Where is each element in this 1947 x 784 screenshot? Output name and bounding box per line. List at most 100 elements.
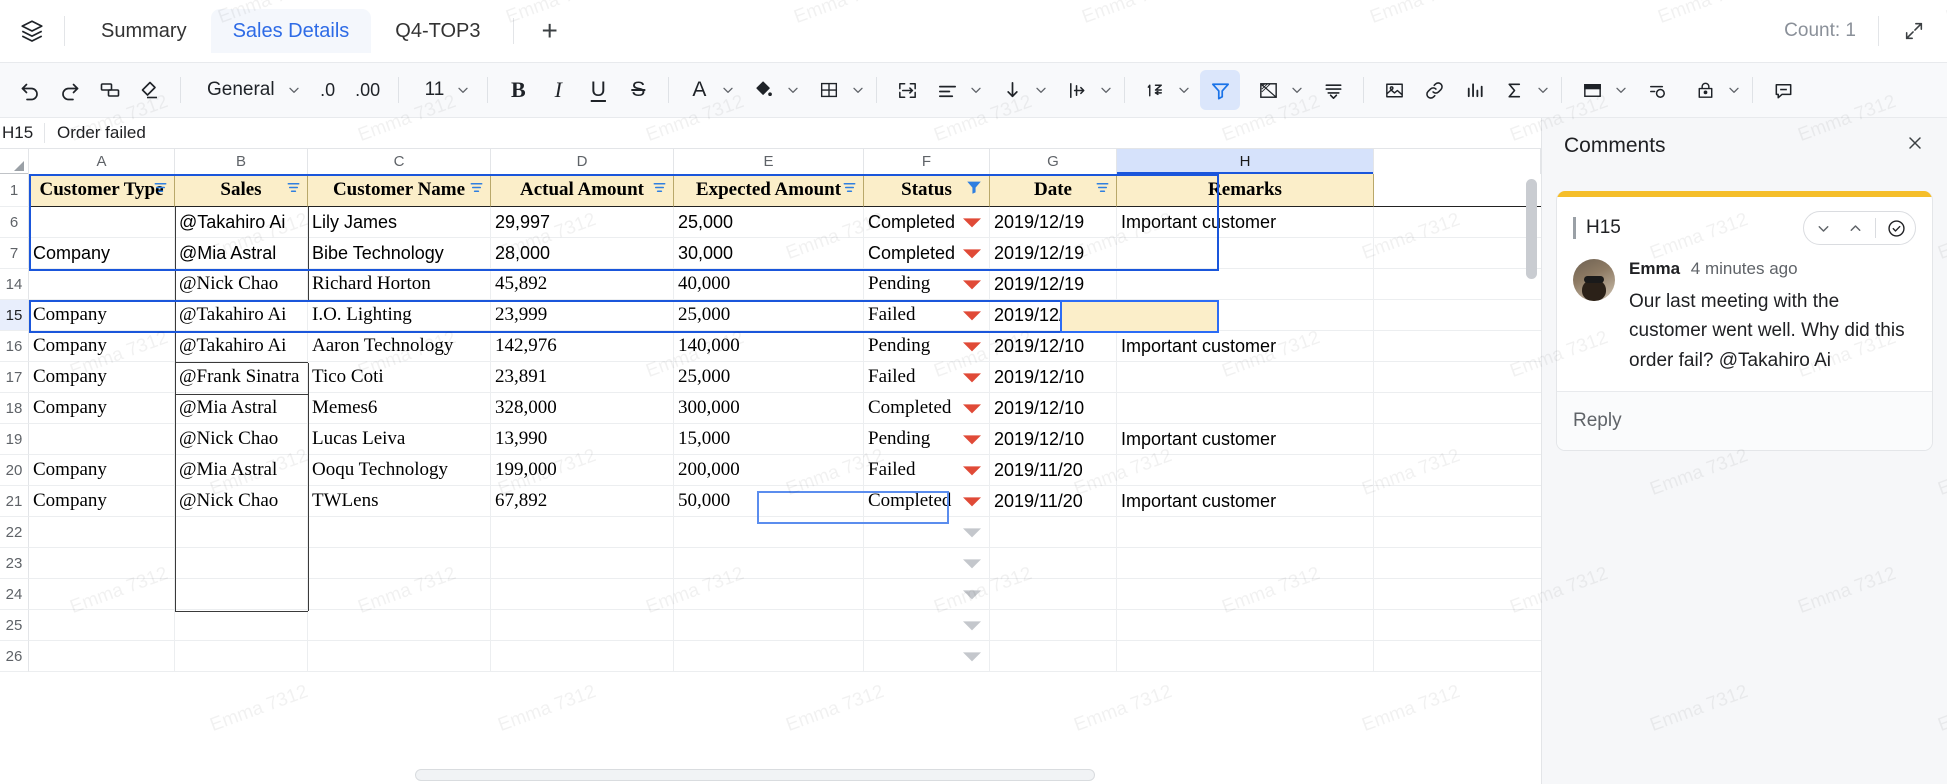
cell-sales-19[interactable]: @Nick Chao: [175, 424, 308, 455]
dropdown-triangle-icon[interactable]: [963, 249, 981, 259]
cell-remarks-23[interactable]: [1117, 548, 1374, 579]
dropdown-triangle-icon[interactable]: [963, 435, 981, 445]
cell-status-21[interactable]: Completed: [864, 486, 990, 517]
table-row[interactable]: 23: [0, 548, 1541, 579]
column-header-b[interactable]: B: [175, 149, 308, 174]
cell-remarks-24[interactable]: [1117, 579, 1374, 610]
dropdown-triangle-icon[interactable]: [963, 559, 981, 569]
cell-date-17[interactable]: 2019/12/10: [990, 362, 1117, 393]
cell-date-6[interactable]: 2019/12/19: [990, 207, 1117, 238]
reply-input[interactable]: Reply: [1557, 391, 1932, 451]
cell-actual-amount-25[interactable]: [491, 610, 674, 641]
row-number-16[interactable]: 16: [0, 331, 29, 362]
dropdown-triangle-icon[interactable]: [963, 404, 981, 414]
cell-status-24[interactable]: [864, 579, 990, 610]
cell-expected-amount-17[interactable]: 25,000: [674, 362, 864, 393]
cell-customer-name-24[interactable]: [308, 579, 491, 610]
cell-customer-name-19[interactable]: Lucas Leiva: [308, 424, 491, 455]
cell-customer-type-25[interactable]: [29, 610, 175, 641]
row-number-25[interactable]: 25: [0, 610, 29, 641]
cell-customer-type-26[interactable]: [29, 641, 175, 672]
format-painter-icon[interactable]: [90, 70, 130, 110]
underline-icon[interactable]: U: [578, 70, 618, 110]
cell-sales-26[interactable]: [175, 641, 308, 672]
autosum-icon[interactable]: [1494, 70, 1534, 110]
table-row[interactable]: 16 Company @Takahiro Ai Aaron Technology 142…: [0, 331, 1541, 362]
cell-status-26[interactable]: [864, 641, 990, 672]
cell-date-24[interactable]: [990, 579, 1117, 610]
cell-expected-amount-22[interactable]: [674, 517, 864, 548]
column-header-a[interactable]: A: [29, 149, 175, 174]
dropdown-triangle-icon[interactable]: [963, 342, 981, 352]
cell-expected-amount-23[interactable]: [674, 548, 864, 579]
column-header-f[interactable]: F: [864, 149, 990, 174]
cell-status-14[interactable]: Pending: [864, 269, 990, 300]
cell-customer-name-17[interactable]: Tico Coti: [308, 362, 491, 393]
comment-icon[interactable]: [1763, 70, 1803, 110]
cell-expected-amount-6[interactable]: 25,000: [674, 207, 864, 238]
cell-actual-amount-19[interactable]: 13,990: [491, 424, 674, 455]
header-cell-expected-amount[interactable]: Expected Amount: [674, 174, 864, 207]
cell-expected-amount-7[interactable]: 30,000: [674, 238, 864, 269]
insert-image-icon[interactable]: [1374, 70, 1414, 110]
cell-customer-type-16[interactable]: Company: [29, 331, 175, 362]
cell-status-6[interactable]: Completed: [864, 207, 990, 238]
cell-customer-type-7[interactable]: Company: [29, 238, 175, 269]
cell-actual-amount-15[interactable]: 23,999: [491, 300, 674, 331]
cell-customer-type-24[interactable]: [29, 579, 175, 610]
column-header-h[interactable]: H: [1117, 149, 1374, 175]
column-header-c[interactable]: C: [308, 149, 491, 174]
cell-date-21[interactable]: 2019/11/20: [990, 486, 1117, 517]
cell-remarks-17[interactable]: [1117, 362, 1374, 393]
row-number-20[interactable]: 20: [0, 455, 29, 486]
cell-remarks-25[interactable]: [1117, 610, 1374, 641]
table-row[interactable]: 17 Company @Frank Sinatra Tico Coti 23,891 25…: [0, 362, 1541, 393]
cell-overflow-19[interactable]: [1374, 424, 1541, 455]
row-number-6[interactable]: 6: [0, 207, 29, 238]
cell-actual-amount-20[interactable]: 199,000: [491, 455, 674, 486]
vertical-align-icon[interactable]: [992, 70, 1032, 110]
table-row[interactable]: 20 Company @Mia Astral Ooqu Technology 199,0…: [0, 455, 1541, 486]
header-cell-actual-amount[interactable]: Actual Amount: [491, 174, 674, 207]
cell-date-19[interactable]: 2019/12/10: [990, 424, 1117, 455]
dropdown-triangle-icon[interactable]: [963, 590, 981, 600]
cell-overflow-16[interactable]: [1374, 331, 1541, 362]
row-number-22[interactable]: 22: [0, 517, 29, 548]
cell-overflow-24[interactable]: [1374, 579, 1541, 610]
cell-sales-21[interactable]: @Nick Chao: [175, 486, 308, 517]
cell-customer-type-19[interactable]: [29, 424, 175, 455]
cell-overflow-23[interactable]: [1374, 548, 1541, 579]
cell-status-20[interactable]: Failed: [864, 455, 990, 486]
clear-format-icon[interactable]: [130, 70, 170, 110]
number-format-select[interactable]: General: [191, 70, 308, 110]
cell-status-19[interactable]: Pending: [864, 424, 990, 455]
dropdown-triangle-icon[interactable]: [963, 373, 981, 383]
row-number-7[interactable]: 7: [0, 238, 29, 269]
filter-icon[interactable]: [1200, 70, 1241, 110]
filter-active-icon[interactable]: [965, 178, 983, 202]
cell-date-14[interactable]: 2019/12/19: [990, 269, 1117, 300]
column-header-g[interactable]: G: [990, 149, 1117, 174]
chevron-down-icon[interactable]: [785, 82, 801, 98]
cell-overflow-26[interactable]: [1374, 641, 1541, 672]
select-all-corner[interactable]: [0, 149, 29, 174]
cell-customer-type-20[interactable]: Company: [29, 455, 175, 486]
name-box[interactable]: H15: [0, 123, 44, 143]
chevron-down-icon[interactable]: [1289, 82, 1305, 98]
cell-expected-amount-20[interactable]: 200,000: [674, 455, 864, 486]
cell-actual-amount-26[interactable]: [491, 641, 674, 672]
tab-q4-top3[interactable]: Q4-TOP3: [373, 9, 502, 53]
chevron-down-icon[interactable]: [1176, 82, 1192, 98]
cell-customer-name-16[interactable]: Aaron Technology: [308, 331, 491, 362]
text-color-icon[interactable]: A: [679, 70, 719, 110]
column-header-i[interactable]: [1374, 149, 1541, 174]
cell-date-20[interactable]: 2019/11/20: [990, 455, 1117, 486]
cell-sales-14[interactable]: @Nick Chao: [175, 269, 308, 300]
cell-date-16[interactable]: 2019/12/10: [990, 331, 1117, 362]
cell-status-23[interactable]: [864, 548, 990, 579]
cell-overflow-14[interactable]: [1374, 269, 1541, 300]
row-number-15[interactable]: 15: [0, 300, 29, 331]
cell-status-25[interactable]: [864, 610, 990, 641]
dropdown-triangle-icon[interactable]: [963, 280, 981, 290]
cell-remarks-14[interactable]: [1117, 269, 1374, 300]
